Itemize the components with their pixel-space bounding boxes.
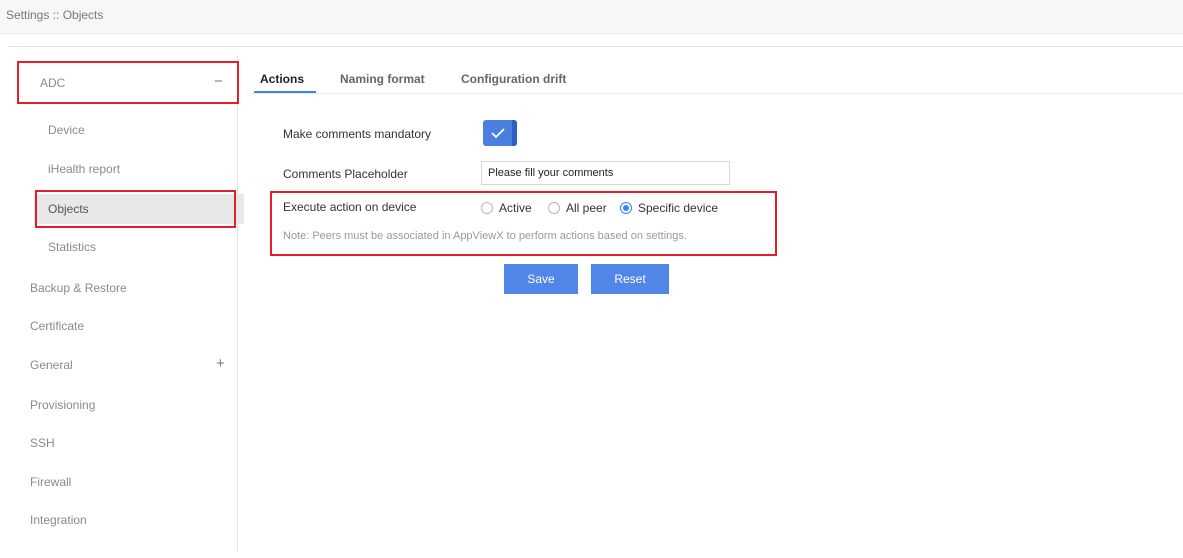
radio-active-label: Active (499, 201, 532, 215)
radio-specific-device-circle (620, 202, 632, 214)
radio-specific-device[interactable]: Specific device (620, 200, 718, 216)
toggle-knob (512, 120, 517, 146)
reset-button[interactable]: Reset (591, 264, 669, 294)
sidebar-item-firewall[interactable]: Firewall (30, 467, 71, 497)
sidebar-item-objects[interactable]: Objects (34, 194, 244, 224)
top-bar: Settings :: Objects (0, 0, 1183, 34)
tab-configuration-drift[interactable]: Configuration drift (461, 72, 566, 86)
checkmark-icon (491, 128, 505, 139)
execute-action-label: Execute action on device (283, 200, 417, 214)
comments-placeholder-label: Comments Placeholder (283, 167, 408, 181)
sidebar-item-ihealth-report[interactable]: iHealth report (48, 154, 120, 184)
sidebar-item-backup-restore[interactable]: Backup & Restore (30, 273, 127, 303)
mandatory-comments-toggle[interactable] (483, 120, 517, 146)
radio-all-peer[interactable]: All peer (548, 200, 607, 216)
sidebar-item-device[interactable]: Device (48, 115, 85, 145)
sidebar-item-ssh[interactable]: SSH (30, 428, 55, 458)
sidebar: ADC − Device iHealth report Objects Stat… (8, 56, 244, 552)
expand-icon[interactable]: + (216, 355, 225, 372)
comments-placeholder-input[interactable] (481, 161, 730, 185)
sidebar-item-general[interactable]: General (30, 350, 73, 380)
save-button[interactable]: Save (504, 264, 578, 294)
radio-active[interactable]: Active (481, 200, 532, 216)
collapse-icon[interactable]: − (214, 73, 223, 90)
radio-specific-device-label: Specific device (638, 201, 719, 215)
radio-all-peer-label: All peer (566, 201, 607, 215)
sidebar-item-provisioning[interactable]: Provisioning (30, 390, 95, 420)
radio-active-circle (481, 202, 493, 214)
mandatory-comments-label: Make comments mandatory (283, 127, 432, 141)
sidebar-item-statistics[interactable]: Statistics (48, 232, 96, 262)
radio-all-peer-circle (548, 202, 560, 214)
peers-note: Note: Peers must be associated in AppVie… (283, 230, 687, 242)
sidebar-item-certificate[interactable]: Certificate (30, 311, 84, 341)
breadcrumb: Settings :: Objects (6, 8, 104, 22)
tab-actions[interactable]: Actions (260, 72, 304, 86)
tab-naming-format[interactable]: Naming format (340, 72, 425, 86)
sidebar-item-adc[interactable]: ADC (40, 68, 65, 98)
active-tab-indicator (254, 91, 316, 93)
sidebar-item-integration[interactable]: Integration (30, 505, 87, 535)
tab-divider (252, 93, 1183, 94)
